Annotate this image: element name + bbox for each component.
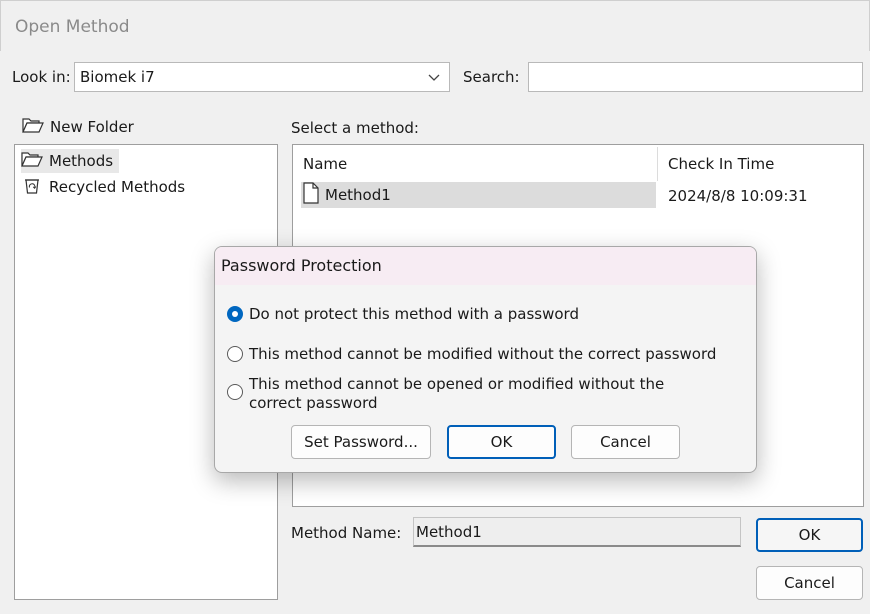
dialog-cancel-button[interactable]: Cancel	[571, 425, 680, 459]
set-password-button[interactable]: Set Password...	[291, 425, 431, 459]
tree-item-label: Recycled Methods	[49, 178, 186, 196]
radio-no-protection[interactable]: Do not protect this method with a passwo…	[227, 305, 579, 323]
radio-label: This method cannot be modified without t…	[249, 345, 717, 363]
tree-item-recycled-methods[interactable]: Recycled Methods	[21, 175, 191, 199]
new-folder-label: New Folder	[50, 118, 134, 136]
ok-button[interactable]: OK	[756, 518, 863, 552]
chevron-down-icon[interactable]	[425, 66, 443, 88]
radio-button-checked[interactable]	[227, 306, 243, 322]
check-in-time-cell: 2024/8/8 10:09:31	[668, 187, 808, 205]
dialog-ok-button[interactable]: OK	[447, 425, 556, 459]
column-header-check-in-time[interactable]: Check In Time	[668, 155, 774, 173]
cancel-button[interactable]: Cancel	[756, 566, 863, 600]
dialog-title: Password Protection	[221, 256, 382, 275]
radio-button[interactable]	[227, 384, 243, 400]
radio-protect-open-modify[interactable]: This method cannot be opened or modified…	[227, 375, 707, 413]
radio-label: Do not protect this method with a passwo…	[249, 305, 579, 323]
new-folder-icon	[22, 116, 44, 138]
search-input[interactable]	[528, 62, 863, 92]
select-method-caption: Select a method:	[291, 119, 419, 137]
radio-protect-modify[interactable]: This method cannot be modified without t…	[227, 345, 716, 363]
look-in-label: Look in:	[12, 68, 71, 86]
password-protection-dialog: Password Protection Do not protect this …	[214, 246, 757, 473]
recycle-bin-icon	[21, 176, 43, 198]
radio-button[interactable]	[227, 346, 243, 362]
column-header-name[interactable]: Name	[303, 155, 347, 173]
list-item[interactable]: Method1	[301, 182, 656, 208]
search-label: Search:	[463, 68, 520, 86]
tree-item-methods[interactable]: Methods	[21, 149, 120, 173]
method-name-label: Method Name:	[291, 524, 402, 542]
window-titlebar: Open Method	[0, 0, 870, 51]
radio-label: This method cannot be opened or modified…	[249, 375, 665, 412]
dialog-titlebar: Password Protection	[215, 247, 756, 285]
new-folder-button[interactable]: New Folder	[22, 115, 134, 139]
method-name-cell: Method1	[325, 186, 391, 204]
method-name-field[interactable]: Method1	[413, 517, 741, 547]
column-divider[interactable]	[657, 147, 658, 181]
document-icon	[301, 182, 321, 208]
tree-item-label: Methods	[49, 152, 114, 170]
window-title: Open Method	[15, 17, 130, 37]
method-name-value: Method1	[416, 523, 482, 541]
look-in-dropdown[interactable]: Biomek i7	[74, 62, 450, 92]
look-in-value: Biomek i7	[80, 68, 155, 86]
open-folder-icon	[21, 150, 43, 172]
